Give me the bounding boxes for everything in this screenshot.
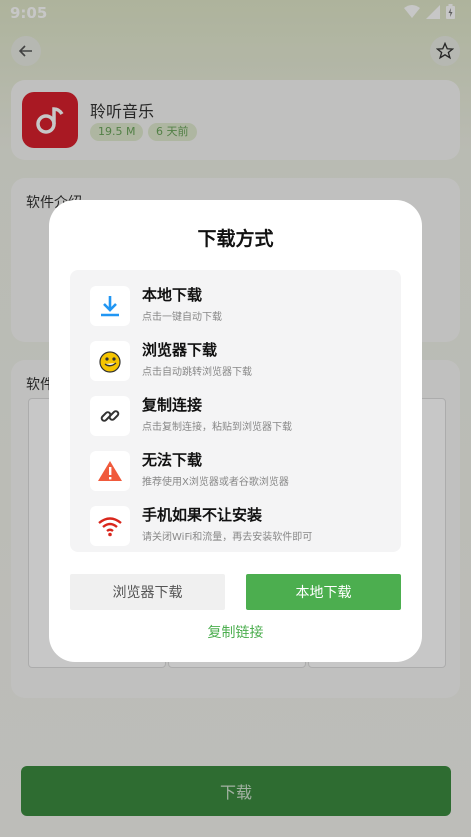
- option-title: 手机如果不让安装: [142, 506, 263, 524]
- copy-link-button[interactable]: 复制链接: [49, 622, 422, 642]
- download-method-dialog: 下载方式 本地下载 点击一键自动下载 浏览器下载 点击自动跳转浏览器下载 复制连…: [49, 200, 422, 662]
- option-list: 本地下载 点击一键自动下载 浏览器下载 点击自动跳转浏览器下载 复制连接 点击复…: [70, 270, 401, 552]
- option-browser-download[interactable]: 浏览器下载 点击自动跳转浏览器下载: [90, 337, 390, 385]
- option-desc: 推荐使用X浏览器或者谷歌浏览器: [142, 477, 289, 488]
- link-icon: [90, 396, 130, 436]
- option-cannot-download[interactable]: 无法下载 推荐使用X浏览器或者谷歌浏览器: [90, 447, 390, 495]
- option-title: 浏览器下载: [142, 341, 218, 359]
- option-local-download[interactable]: 本地下载 点击一键自动下载: [90, 282, 390, 330]
- option-title: 本地下载: [142, 286, 203, 304]
- dialog-title: 下载方式: [197, 228, 274, 250]
- warning-icon: [90, 451, 130, 491]
- option-title: 复制连接: [142, 396, 203, 414]
- browser-download-button[interactable]: 浏览器下载: [70, 574, 225, 610]
- option-desc: 点击一键自动下载: [142, 312, 222, 323]
- option-desc: 点击复制连接，粘贴到浏览器下载: [142, 422, 292, 433]
- wifi-icon: [90, 506, 130, 546]
- download-icon: [90, 286, 130, 326]
- option-desc: 请关闭WiFi和流量，再去安装软件即可: [142, 532, 313, 543]
- option-copy-link[interactable]: 复制连接 点击复制连接，粘贴到浏览器下载: [90, 392, 390, 440]
- local-download-button[interactable]: 本地下载: [246, 574, 401, 610]
- option-desc: 点击自动跳转浏览器下载: [142, 367, 252, 378]
- option-install-blocked[interactable]: 手机如果不让安装 请关闭WiFi和流量，再去安装软件即可: [90, 502, 390, 550]
- option-title: 无法下载: [142, 451, 203, 469]
- browser-icon: [90, 341, 130, 381]
